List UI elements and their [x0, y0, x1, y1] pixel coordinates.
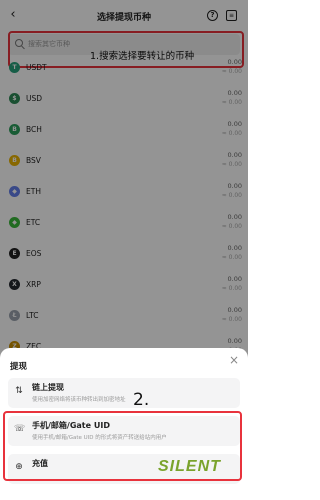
silent-watermark: SILENT	[150, 458, 240, 492]
option-title: 链上提现	[32, 383, 64, 392]
close-icon[interactable]: ×	[229, 354, 239, 366]
option-desc: 使用加密网络将该币种转出到加密地址	[32, 397, 126, 403]
option-onchain-withdraw[interactable]: ⇅ 链上提现 使用加密网络将该币种转出到加密地址	[8, 378, 240, 408]
sheet-title: 提现	[10, 362, 28, 372]
watermark-text: SILENT	[158, 458, 221, 475]
annotation-text-2: 2.	[133, 390, 150, 410]
transfer-icon: ⇅	[15, 386, 23, 396]
withdraw-coin-select-page: ‹ 选择提现币种 ? ≡ 搜索其它币种 1.搜索选择要转让的币种 T USDT 0.…	[0, 0, 248, 500]
